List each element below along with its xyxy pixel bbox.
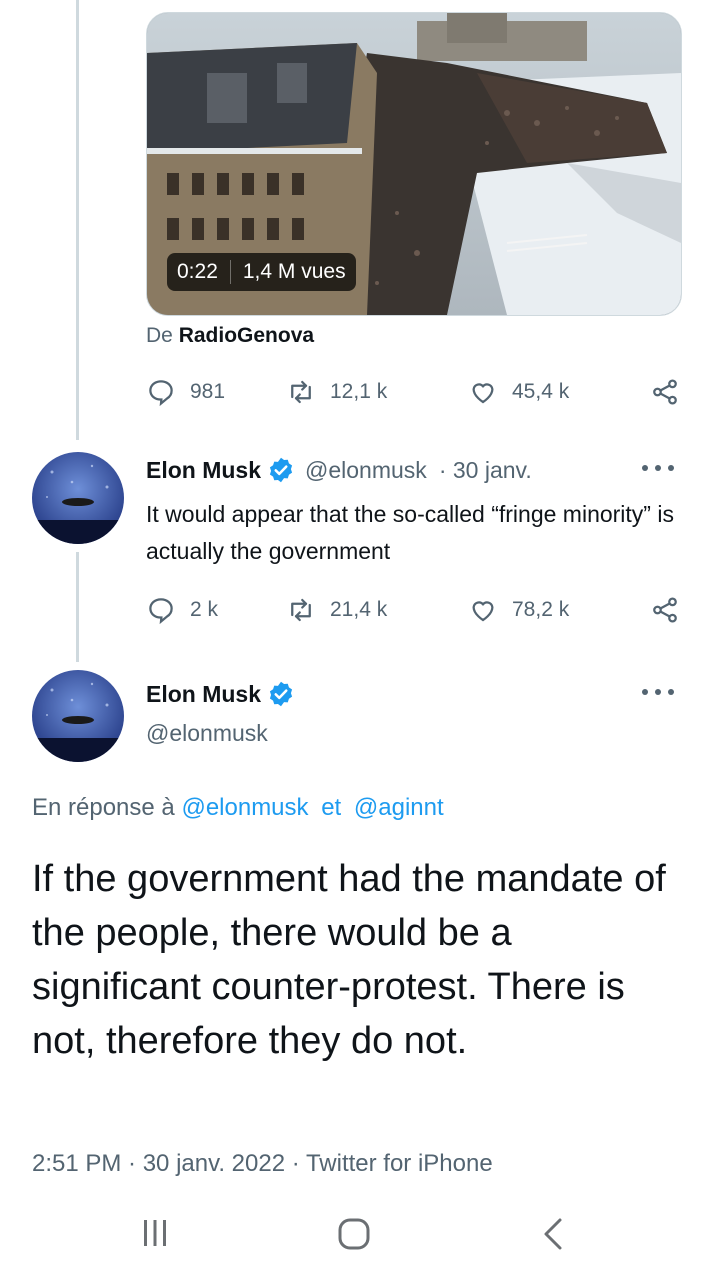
reply-user-link-2[interactable]: @aginnt [354, 794, 444, 821]
speech-bubble-icon [149, 598, 173, 625]
replying-to: En réponse à @elonmusk et @aginnt [32, 794, 444, 822]
like-button[interactable]: 78,2 k [468, 590, 569, 630]
like-count: 78,2 k [512, 598, 570, 621]
main-tweet-header: Elon Musk [146, 680, 295, 708]
tweet-timestamp[interactable]: 2:51 PM · 30 janv. 2022 · Twitter for iP… [32, 1150, 493, 1178]
share-button[interactable] [650, 372, 680, 412]
avatar[interactable] [32, 452, 124, 544]
reply-user-link-1[interactable]: @elonmusk [181, 794, 308, 821]
quoted-tweet-actions: 981 12,1 k 45,4 k [146, 372, 680, 412]
like-button[interactable]: 45,4 k [468, 372, 569, 412]
retweet-arrows-icon [291, 598, 311, 622]
source-prefix: De [146, 324, 173, 347]
reply-button[interactable]: 981 [146, 372, 225, 412]
media-source: De RadioGenova [146, 324, 314, 348]
badge-separator [229, 260, 231, 284]
tweet-date: · 30 janv. [438, 456, 532, 483]
video-duration: 0:22 [177, 260, 218, 283]
heart-outline-icon [472, 383, 494, 404]
reply-count: 2 k [190, 598, 219, 621]
tweet1-header: Elon Musk @elonmusk · 30 janv. [146, 456, 532, 484]
reply-count: 981 [190, 380, 226, 403]
share-nodes-icon [653, 379, 677, 405]
video-info-badge: 0:22 1,4 M vues [167, 253, 356, 291]
reply-and[interactable]: et [321, 794, 341, 821]
home-rounded-square-icon[interactable] [336, 1216, 372, 1252]
back-chevron-icon[interactable] [538, 1216, 568, 1252]
like-count: 45,4 k [512, 380, 570, 403]
recents-bars-icon[interactable] [138, 1216, 172, 1250]
avatar-image [32, 670, 124, 762]
ellipsis-icon[interactable] [642, 462, 678, 474]
tweet1-actions: 2 k 21,4 k 78,2 k [146, 590, 680, 630]
retweet-button[interactable]: 12,1 k [286, 372, 387, 412]
share-button[interactable] [650, 590, 680, 630]
system-nav-bar [0, 1196, 712, 1280]
avatar-image [32, 452, 124, 544]
thread-line-middle [76, 552, 79, 662]
source-name-link[interactable]: RadioGenova [179, 324, 314, 347]
retweet-arrows-icon [291, 380, 311, 404]
tweet1-text: It would appear that the so-called “frin… [146, 501, 674, 564]
ellipsis-icon[interactable] [642, 686, 678, 698]
share-nodes-icon [653, 597, 677, 623]
author-handle[interactable]: @elonmusk [305, 457, 427, 484]
retweet-button[interactable]: 21,4 k [286, 590, 387, 630]
speech-bubble-icon [149, 380, 173, 407]
video-views: 1,4 M vues [242, 260, 346, 283]
video-thumbnail[interactable]: 0:22 1,4 M vues [146, 12, 682, 316]
verified-badge-icon [269, 457, 293, 483]
main-tweet-text: If the government had the mandate of the… [32, 858, 666, 1062]
heart-outline-icon [472, 601, 494, 622]
author-name[interactable]: Elon Musk [146, 457, 261, 484]
retweet-count: 21,4 k [330, 598, 388, 621]
reply-prefix: En réponse à [32, 794, 175, 821]
author-handle[interactable]: @elonmusk [146, 720, 268, 747]
reply-button[interactable]: 2 k [146, 590, 218, 630]
retweet-count: 12,1 k [330, 380, 388, 403]
author-name[interactable]: Elon Musk [146, 681, 261, 708]
avatar[interactable] [32, 670, 124, 762]
verified-badge-icon [269, 681, 293, 707]
thread-line-top [76, 0, 79, 440]
